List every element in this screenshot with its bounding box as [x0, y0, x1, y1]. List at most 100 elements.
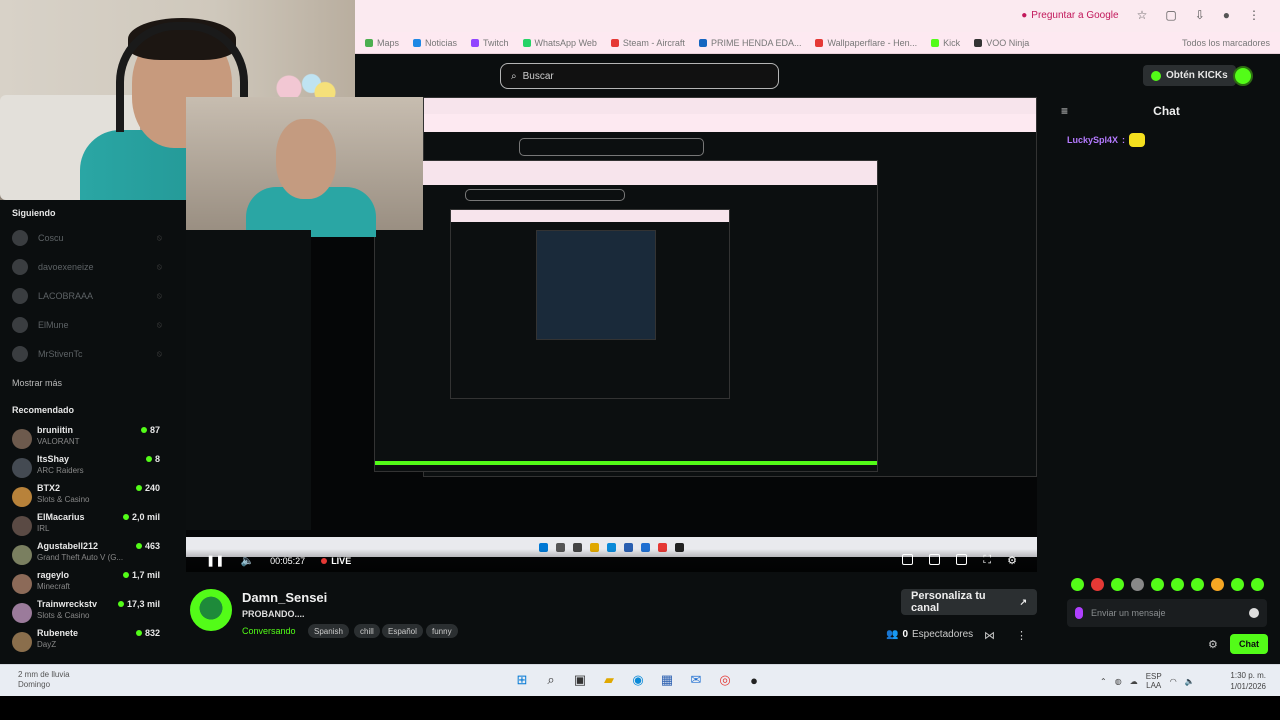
language-indicator[interactable]: ESP LAA — [1146, 672, 1162, 690]
emote-icon[interactable] — [1131, 578, 1144, 591]
search-icon[interactable]: ⌕ — [542, 671, 560, 689]
pip-icon[interactable] — [956, 554, 968, 565]
emote-icon[interactable] — [1211, 578, 1224, 591]
share-icon[interactable]: ⋈ — [984, 629, 995, 642]
chat-input-box[interactable] — [1067, 599, 1267, 627]
show-more-link[interactable]: Mostrar más — [12, 378, 62, 388]
chevron-up-icon[interactable]: ⌃ — [1100, 677, 1107, 686]
emote-icon[interactable] — [1191, 578, 1204, 591]
tag[interactable]: chill — [354, 624, 380, 638]
volume-icon[interactable]: 🔈 — [1185, 677, 1195, 686]
recommended-item[interactable]: bruniitin VALORANT 87 — [12, 425, 162, 453]
mail-icon[interactable]: ✉ — [687, 671, 705, 689]
chat-input[interactable] — [1091, 608, 1231, 618]
bookmark-item[interactable]: WhatsApp Web — [522, 38, 597, 48]
viewer-count: 240 — [135, 483, 160, 493]
fullscreen-icon[interactable]: ⛶ — [983, 554, 991, 567]
tag[interactable]: funny — [426, 624, 458, 638]
viewer-count: 2,0 mil — [122, 512, 160, 522]
stream-title: PROBANDO.... — [242, 609, 305, 619]
following-item[interactable]: MrStivenTc ⦸ — [12, 346, 162, 362]
theater-mode-icon[interactable] — [929, 554, 941, 565]
bookmark-item[interactable]: Maps — [365, 38, 399, 48]
get-kicks-button[interactable]: Obtén KICKs — [1143, 65, 1236, 86]
weather-widget[interactable]: 2 mm de lluvia Domingo — [18, 670, 70, 690]
channel-name[interactable]: Damn_Sensei — [242, 590, 327, 605]
recommended-item[interactable]: Agustabell212 Grand Theft Auto V (G... 463 — [12, 541, 162, 569]
following-item[interactable]: LACOBRAAA ⦸ — [12, 288, 162, 304]
downloads-icon[interactable]: ⇩ — [1195, 8, 1205, 22]
viewer-count: 1,7 mil — [122, 570, 160, 580]
stream-category[interactable]: Conversando — [242, 626, 296, 636]
tag[interactable]: Spanish — [308, 624, 349, 638]
following-item[interactable]: Coscu ⦸ — [12, 230, 162, 246]
recommended-item[interactable]: ElMacarius IRL 2,0 mil — [12, 512, 162, 540]
avatar — [12, 516, 32, 536]
wifi-icon[interactable]: ◠ — [1170, 677, 1177, 686]
more-options-icon[interactable]: ⋮ — [1016, 629, 1027, 642]
windows-start-icon[interactable]: ⊞ — [513, 671, 531, 689]
recommended-item[interactable]: BTX2 Slots & Casino 240 — [12, 483, 162, 511]
following-item[interactable]: ElMune ⦸ — [12, 317, 162, 333]
recommended-title: Recomendado — [12, 405, 75, 415]
bookmark-item[interactable]: Twitch — [471, 38, 509, 48]
offline-icon: ⦸ — [156, 291, 162, 300]
file-explorer-icon[interactable]: ▰ — [600, 671, 618, 689]
video-player[interactable]: ❚❚ 🔈 00:05:27 LIVE ⛶ ⚙ — [186, 97, 1037, 572]
tag[interactable]: Español — [382, 624, 423, 638]
profile-icon[interactable]: ● — [1223, 8, 1230, 22]
task-view-icon[interactable]: ▣ — [571, 671, 589, 689]
bookmark-item[interactable]: Wallpaperflare - Hen... — [815, 38, 917, 48]
star-icon[interactable]: ☆ — [1137, 8, 1148, 22]
bookmark-icon — [931, 38, 940, 47]
emote-icon[interactable] — [1091, 578, 1104, 591]
chat-panel: ≡ Chat LuckySpl4X: ⚙ Chat — [1053, 97, 1280, 664]
cloud-icon[interactable]: ☁ — [1130, 677, 1138, 686]
pause-icon[interactable]: ❚❚ — [206, 554, 224, 567]
emote-icon[interactable] — [1151, 578, 1164, 591]
emote-icon[interactable] — [1171, 578, 1184, 591]
recommended-item[interactable]: rageylo Minecraft 1,7 mil — [12, 570, 162, 598]
store-icon[interactable]: ▦ — [658, 671, 676, 689]
clock[interactable]: 1:30 p. m. 1/01/2026 — [1230, 670, 1266, 692]
settings-icon[interactable]: ⚙ — [1007, 554, 1017, 567]
recommended-item[interactable]: Rubenete DayZ 832 — [12, 628, 162, 656]
search-box[interactable]: ⌕ — [500, 63, 779, 89]
bookmark-item[interactable]: PRIME HENDA EDA... — [698, 38, 801, 48]
emote-icon[interactable] — [1071, 578, 1084, 591]
bookmark-item[interactable]: Steam - Aircraft — [610, 38, 685, 48]
emote-icon[interactable] — [1251, 578, 1264, 591]
following-item[interactable]: davoexeneize ⦸ — [12, 259, 162, 275]
ask-google-button[interactable]: ● Preguntar a Google — [1021, 10, 1118, 21]
clip-icon[interactable] — [902, 554, 914, 565]
volume-icon[interactable]: 🔈 — [240, 554, 254, 567]
network-icon[interactable]: ◍ — [1115, 677, 1122, 686]
bookmark-icon — [698, 38, 707, 47]
search-input[interactable] — [522, 70, 753, 82]
channel-avatar[interactable] — [190, 589, 232, 631]
mic-icon[interactable] — [1075, 607, 1083, 619]
chat-send-button[interactable]: Chat — [1230, 634, 1268, 654]
recommended-item[interactable]: ItsShay ARC Raiders 8 — [12, 454, 162, 482]
bookmark-item[interactable]: VOO Ninja — [974, 38, 1029, 48]
avatar — [12, 317, 28, 333]
obs-icon[interactable]: ● — [745, 671, 763, 689]
user-avatar[interactable] — [1233, 66, 1253, 86]
customize-channel-button[interactable]: Personaliza tu canal ↗ — [901, 589, 1037, 615]
menu-dots-icon[interactable]: ⋮ — [1248, 8, 1260, 22]
bookmark-item[interactable]: Noticias — [413, 38, 457, 48]
emoji-picker-icon[interactable] — [1249, 608, 1259, 618]
recommended-item[interactable]: Trainwreckstv Slots & Casino 17,3 mil — [12, 599, 162, 627]
search-icon: ⌕ — [511, 70, 517, 82]
edge-icon[interactable]: ◉ — [629, 671, 647, 689]
screen: ● Preguntar a Google ☆ ▢ ⇩ ● ⋮ Maps Notici… — [0, 0, 1280, 720]
avatar — [12, 603, 32, 623]
sidebar: Siguiendo Mostrar más Recomendado Coscu ⦸… — [0, 200, 185, 664]
emote-icon[interactable] — [1231, 578, 1244, 591]
chat-settings-icon[interactable]: ⚙ — [1208, 638, 1218, 651]
chrome-icon[interactable]: ◎ — [716, 671, 734, 689]
all-bookmarks-link[interactable]: Todos los marcadores — [1182, 38, 1270, 48]
bookmark-item[interactable]: Kick — [931, 38, 960, 48]
extensions-icon[interactable]: ▢ — [1165, 8, 1176, 22]
emote-icon[interactable] — [1111, 578, 1124, 591]
